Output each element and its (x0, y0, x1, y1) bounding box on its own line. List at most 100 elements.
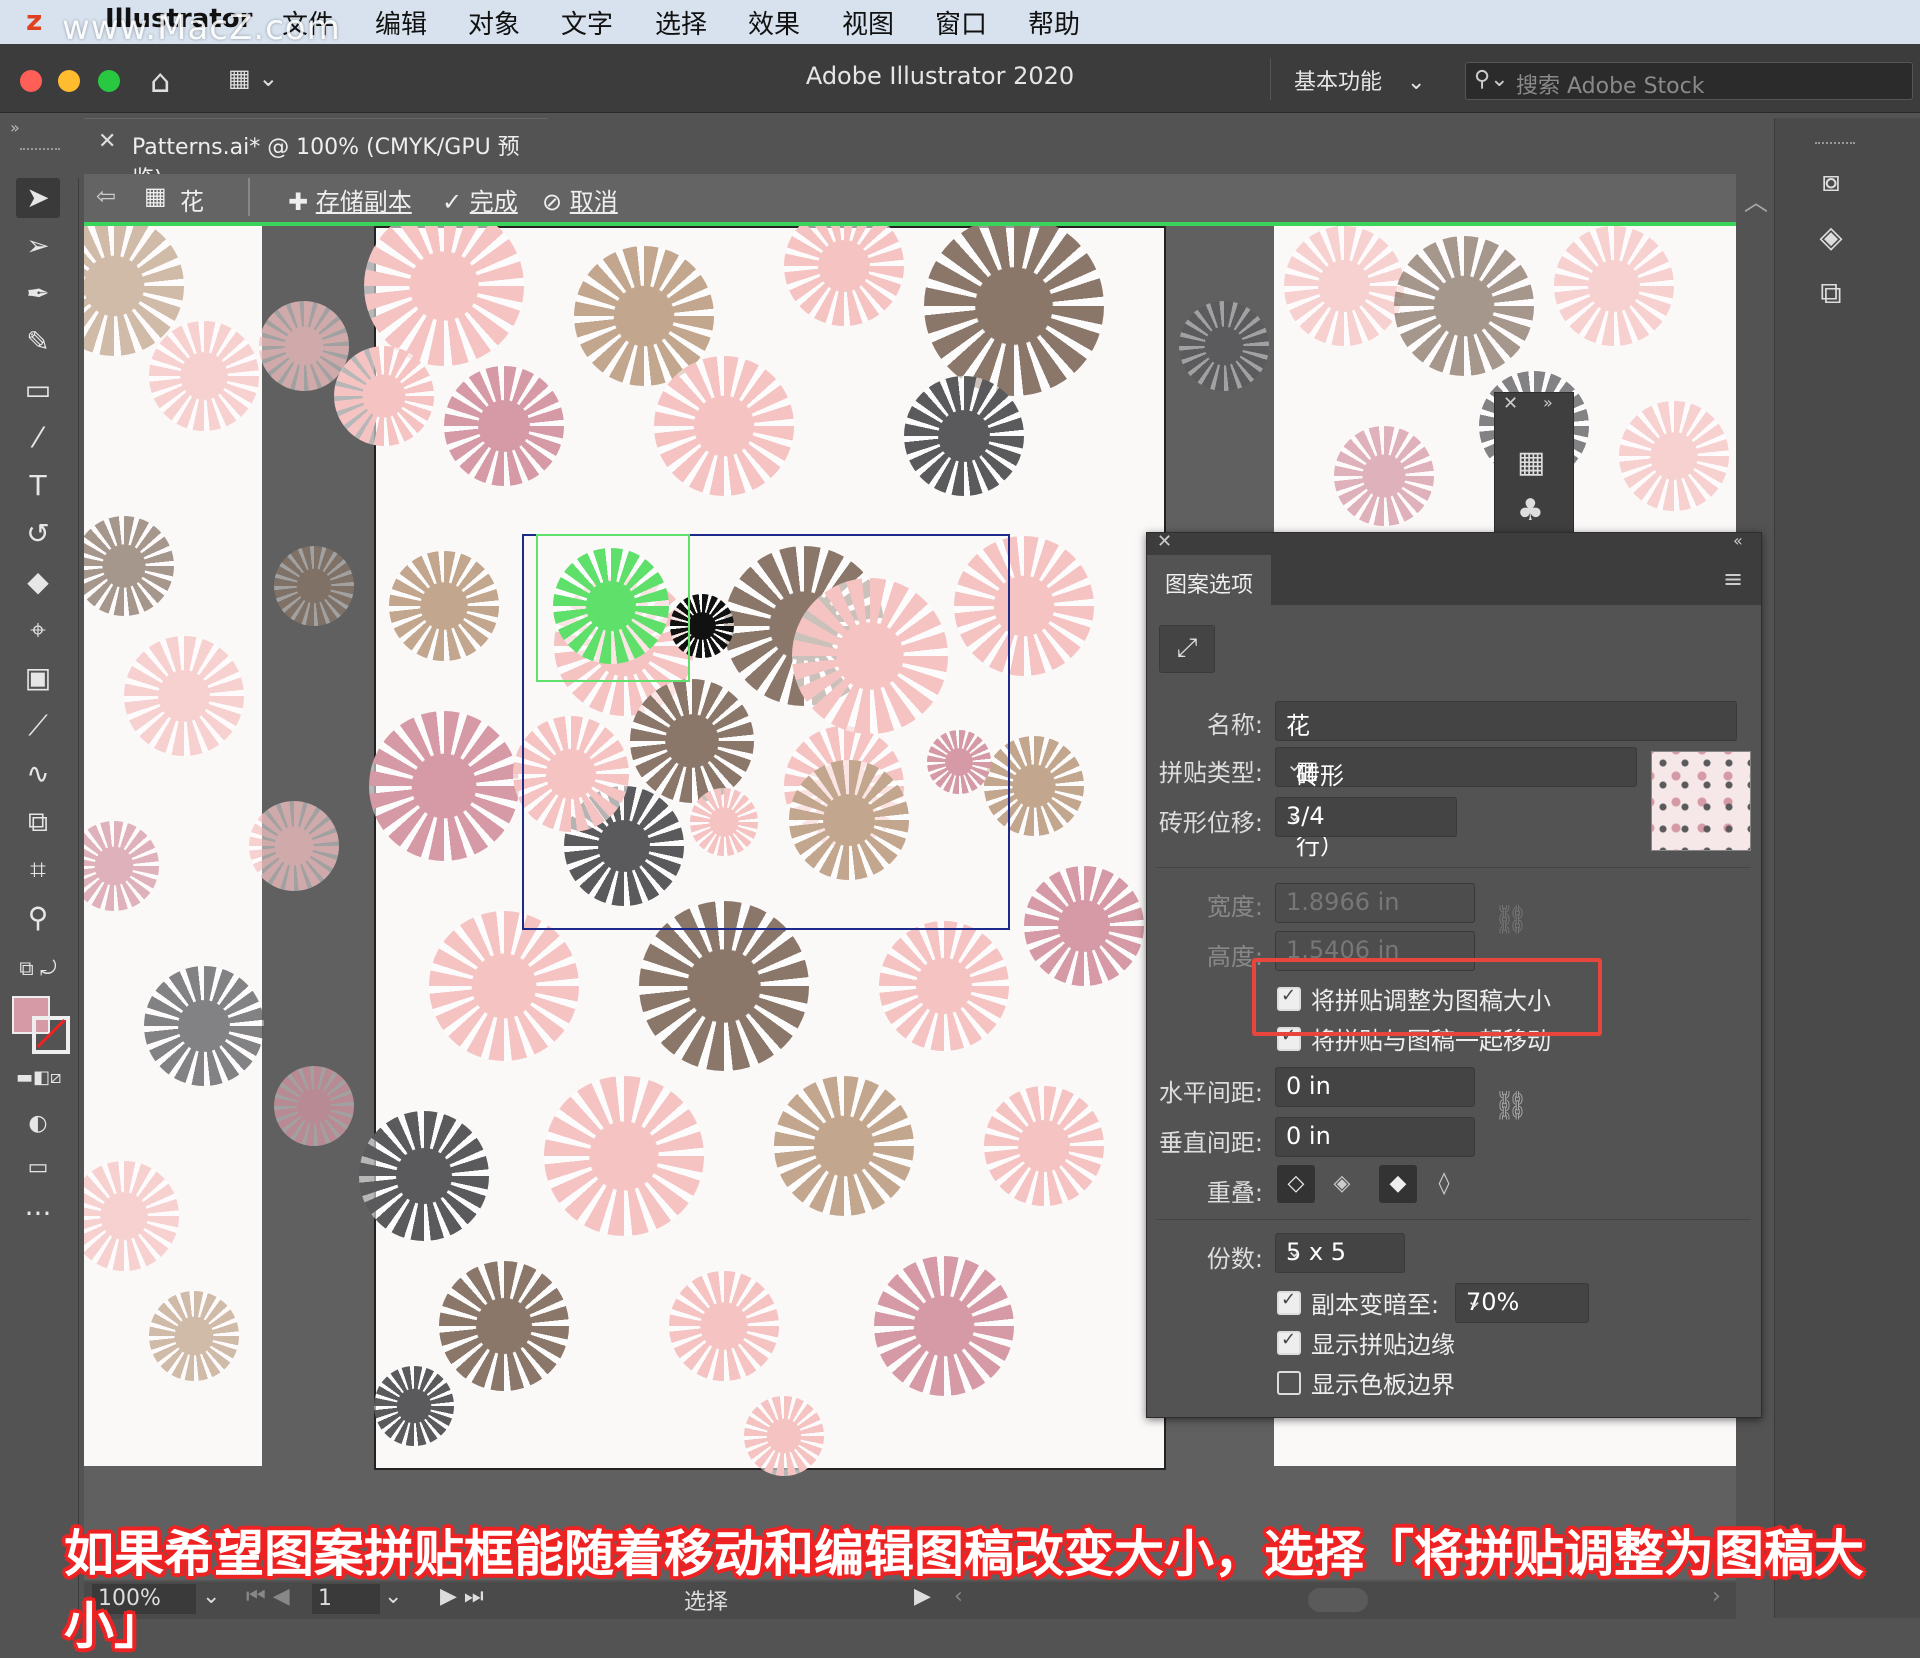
paintbrush-tool-icon[interactable]: ⁄ (16, 418, 60, 458)
layers-icon[interactable]: ◈ (1811, 220, 1851, 260)
type-tool-icon[interactable]: T (16, 466, 60, 506)
symbols-icon[interactable]: ♣ (1517, 493, 1544, 528)
v-spacing-value: 0 in (1286, 1122, 1331, 1150)
close-panel-icon[interactable]: ✕ (1157, 531, 1172, 552)
pattern-tile-tool-button[interactable]: ⤢ (1159, 625, 1215, 673)
gradient-tool-icon[interactable]: ▣ (16, 658, 60, 698)
rotate-tool-icon[interactable]: ↺ (16, 514, 60, 554)
v-spacing-input[interactable]: 0 in (1275, 1117, 1475, 1157)
cancel-label: 取消 (569, 188, 618, 216)
pattern-flower (654, 356, 794, 496)
pattern-flower (1024, 866, 1144, 986)
pattern-edit-bar: ⇦ ▦ 花 ✚ 存储副本 ✓ 完成 ⊘ 取消 ︿ (84, 174, 1768, 224)
dim-copies-select[interactable]: 70% ⌄ (1455, 1283, 1589, 1323)
tab-pattern-options-label: 图案选项 (1165, 573, 1254, 598)
pattern-flower (274, 1066, 354, 1146)
close-tab-icon[interactable]: ✕ (98, 129, 116, 154)
pattern-name: 花 (180, 188, 204, 216)
width-tool-icon[interactable]: ⌖ (16, 610, 60, 650)
macos-menubar: z Illustrator 文件 编辑 对象 文字 选择 效果 视图 窗口 帮助… (0, 0, 1920, 48)
more-tools-icon[interactable]: ··· (16, 1194, 60, 1234)
cancel-button[interactable]: ⊘ 取消 (542, 182, 618, 217)
selection-tool-icon[interactable]: ➤ (16, 178, 60, 218)
panel-menu-icon[interactable]: ≡ (1723, 565, 1743, 593)
curvature-tool-icon[interactable]: ✎ (16, 322, 60, 362)
unlink-icon[interactable]: ⛓ (1493, 1089, 1529, 1122)
eraser-tool-icon[interactable]: ◆ (16, 562, 60, 602)
direct-selection-tool-icon[interactable]: ➢ (16, 226, 60, 266)
tile-type-select[interactable]: ▥ 砖形（按行） ⌄ (1275, 747, 1637, 860)
close-panel-icon[interactable]: ✕ (1503, 393, 1518, 414)
width-input[interactable]: 1.8966 in (1275, 883, 1475, 923)
copies-label: 份数: (1206, 1245, 1263, 1273)
menu-edit[interactable]: 编辑 (375, 4, 427, 41)
apple-logo-icon[interactable]: z (26, 4, 42, 37)
unlink-icon[interactable]: ⛓ (1493, 903, 1529, 936)
pattern-flower (1179, 301, 1269, 391)
done-button[interactable]: ✓ 完成 (442, 182, 518, 217)
dim-copies-checkbox[interactable] (1277, 1289, 1301, 1315)
workspace-switcher[interactable]: 基本功能 ⌄ (1294, 64, 1425, 96)
panel-header[interactable]: ✕ « (1147, 531, 1761, 555)
document-tab[interactable]: ✕ Patterns.ai* @ 100% (CMYK/GPU 预览) (84, 118, 548, 192)
copies-select[interactable]: 5 x 5 ⌄ (1275, 1233, 1405, 1273)
pattern-flower (879, 921, 1009, 1051)
save-copy-button[interactable]: ✚ 存储副本 (288, 182, 412, 217)
menu-view[interactable]: 视图 (842, 4, 894, 41)
chevron-down-icon: ⌄ (1407, 70, 1426, 95)
back-arrow-icon[interactable]: ⇦ (96, 182, 116, 210)
libraries-icon[interactable]: ⧇ (1811, 164, 1851, 204)
expand-panel-icon[interactable]: » (1543, 393, 1553, 412)
swap-fill-stroke-icon[interactable]: ⧉ ⤾ (16, 948, 60, 988)
pattern-name-value: 花 (1286, 712, 1310, 740)
tab-pattern-options[interactable]: 图案选项 (1147, 555, 1271, 605)
selected-flower-bounding-box[interactable] (536, 534, 690, 682)
stock-search-input[interactable]: ⚲⌄ 搜索 Adobe Stock (1465, 62, 1913, 100)
draw-mode-icon[interactable]: ◐ (16, 1104, 60, 1144)
h-spacing-label: 水平间距: (1158, 1079, 1263, 1107)
pattern-flower (259, 301, 349, 391)
show-tile-edge-checkbox[interactable] (1277, 1329, 1301, 1355)
screen-mode-icon[interactable]: ▭ (16, 1148, 60, 1188)
artboard-tool-icon[interactable]: ⌗ (16, 850, 60, 890)
menu-window[interactable]: 窗口 (935, 4, 987, 41)
stroke-color-swatch[interactable] (32, 1016, 70, 1054)
stock-search-placeholder: 搜索 Adobe Stock (1516, 74, 1705, 99)
pattern-flower (334, 346, 434, 446)
eyedropper-tool-icon[interactable]: ⟋ (16, 706, 60, 746)
menu-object[interactable]: 对象 (468, 4, 520, 41)
pattern-flower (1284, 226, 1404, 346)
zoom-tool-icon[interactable]: ⚲ (16, 898, 60, 938)
rectangle-tool-icon[interactable]: ▭ (16, 370, 60, 410)
pattern-flower (1619, 401, 1729, 511)
highlight-callout (1252, 958, 1602, 1036)
overlap-right-in-front-icon[interactable]: ◈ (1323, 1165, 1361, 1203)
color-mode-icon[interactable]: ▬◧⧄ (16, 1058, 61, 1098)
overlap-left-in-front-icon[interactable]: ◇ (1277, 1165, 1315, 1203)
artboards-icon[interactable]: ⧉ (1811, 276, 1851, 316)
blend-tool-icon[interactable]: ∿ (16, 754, 60, 794)
overlap-bottom-in-front-icon[interactable]: ◊ (1425, 1165, 1463, 1203)
pattern-flower (744, 1396, 824, 1476)
h-spacing-input[interactable]: 0 in (1275, 1067, 1475, 1107)
menu-effect[interactable]: 效果 (748, 4, 800, 41)
brick-offset-select[interactable]: 3/4 ⌄ (1275, 797, 1457, 837)
menu-help[interactable]: 帮助 (1028, 4, 1080, 41)
overlap-top-in-front-icon[interactable]: ◆ (1379, 1165, 1417, 1203)
shape-builder-tool-icon[interactable]: ⧉ (16, 802, 60, 842)
scroll-up-icon[interactable]: ︿ (1744, 182, 1768, 217)
menu-select[interactable]: 选择 (655, 4, 707, 41)
tools-panel: ➤ ➢ ✒ ✎ ▭ ⁄ T ↺ ◆ ⌖ ▣ ⟋ ∿ ⧉ ⌗ ⚲ ⧉ ⤾ ▬◧⧄ … (0, 148, 79, 1618)
menu-type[interactable]: 文字 (561, 4, 613, 41)
pattern-flower (274, 546, 354, 626)
expand-toolbar-icon[interactable]: » (10, 118, 20, 137)
pattern-name-input[interactable]: 花 (1275, 701, 1737, 741)
pen-tool-icon[interactable]: ✒ (16, 274, 60, 314)
show-tile-edge-label: 显示拼贴边缘 (1311, 1331, 1455, 1359)
pattern-flower (389, 551, 499, 661)
v-spacing-label: 垂直间距: (1158, 1129, 1263, 1157)
pattern-options-icon[interactable]: ▦ (1517, 445, 1545, 480)
pattern-flower (144, 966, 264, 1086)
show-swatch-bounds-checkbox[interactable] (1277, 1371, 1301, 1395)
collapse-panel-icon[interactable]: « (1733, 531, 1743, 550)
